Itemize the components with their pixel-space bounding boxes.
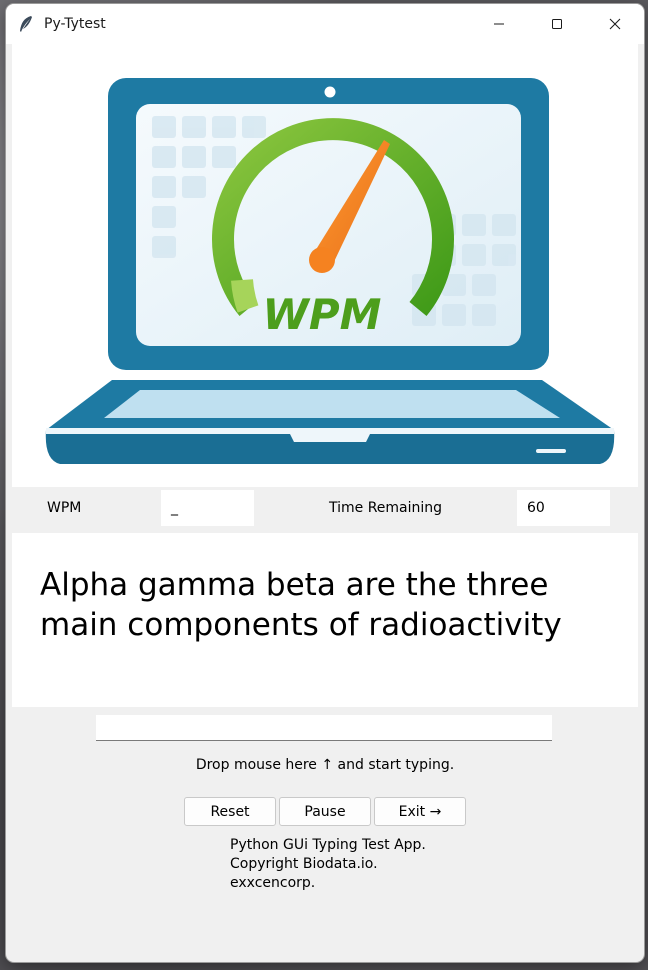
wpm-value-text: _ bbox=[171, 500, 178, 516]
footer-line-app: Python GUi Typing Test App. bbox=[230, 837, 426, 853]
pause-button[interactable]: Pause bbox=[279, 797, 371, 826]
stats-row: WPM _ Time Remaining 60 bbox=[12, 490, 638, 527]
close-icon bbox=[609, 18, 621, 30]
window-title: Py-Tytest bbox=[44, 16, 106, 32]
wpm-value: _ bbox=[161, 490, 254, 526]
target-sentence: Alpha gamma beta are the three main comp… bbox=[40, 567, 562, 643]
time-remaining-value-text: 60 bbox=[527, 500, 545, 516]
title-bar[interactable]: Py-Tytest bbox=[6, 4, 644, 44]
close-button[interactable] bbox=[586, 4, 644, 44]
wpm-logo-text: WPM bbox=[263, 290, 382, 339]
minimize-button[interactable] bbox=[470, 4, 528, 44]
footer-credits: Python GUi Typing Test App. Copyright Bi… bbox=[230, 836, 426, 893]
laptop-wpm-illustration: WPM bbox=[45, 78, 615, 464]
sentence-panel: Alpha gamma beta are the three main comp… bbox=[12, 533, 638, 707]
feather-icon bbox=[20, 16, 32, 32]
minimize-icon bbox=[494, 23, 504, 25]
typing-input[interactable] bbox=[96, 715, 552, 741]
time-remaining-value: 60 bbox=[517, 490, 610, 526]
exit-button[interactable]: Exit → bbox=[374, 797, 466, 826]
maximize-button[interactable] bbox=[528, 4, 586, 44]
instruction-hint: Drop mouse here ↑ and start typing. bbox=[195, 757, 455, 773]
footer-line-company: exxcencorp. bbox=[230, 875, 316, 891]
footer-line-copyright: Copyright Biodata.io. bbox=[230, 856, 378, 872]
reset-button[interactable]: Reset bbox=[184, 797, 276, 826]
maximize-icon bbox=[552, 19, 562, 29]
window-controls bbox=[470, 4, 644, 44]
app-window: Py-Tytest WPM WPM _ Time Remaining 60 Al… bbox=[6, 4, 644, 962]
time-remaining-label: Time Remaining bbox=[329, 500, 443, 516]
wpm-label: WPM bbox=[47, 500, 82, 516]
wpm-banner-image: WPM bbox=[12, 44, 638, 487]
